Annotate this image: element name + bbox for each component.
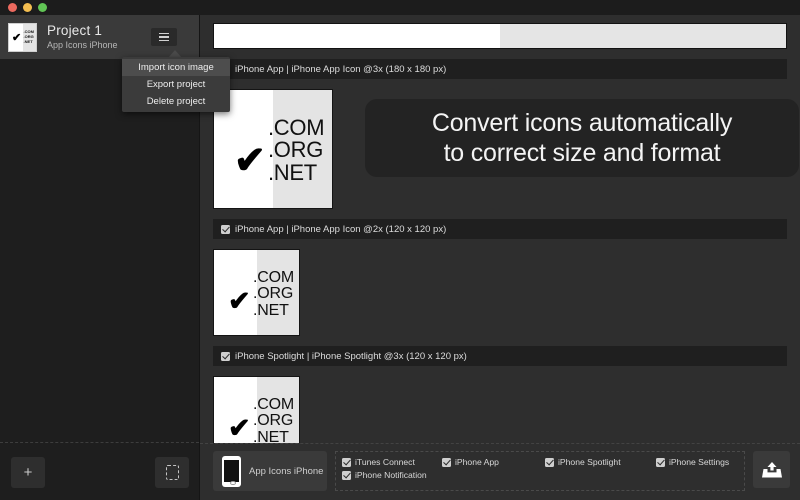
target-itunes-connect[interactable]: iTunes Connect: [342, 457, 415, 467]
sidebar-footer: +: [0, 442, 199, 500]
row-header-label: iPhone App | iPhone App Icon @2x (120 x …: [235, 223, 447, 235]
callout-bubble: Convert icons automatically to correct s…: [365, 99, 799, 177]
bottom-toolbar: App Icons iPhone iTunes Connect iPhone N…: [200, 443, 800, 500]
icon-domain-text: .COM .ORG .NET: [253, 396, 294, 446]
plus-icon: +: [23, 464, 33, 481]
dashed-square-icon: [165, 465, 179, 480]
hamburger-icon[interactable]: [151, 28, 177, 46]
menu-item-delete-project[interactable]: Delete project: [122, 93, 230, 110]
checkmark-icon: ✔: [228, 413, 251, 443]
placeholder-button[interactable]: [155, 457, 189, 488]
icon-preview-strip: [213, 23, 787, 49]
hamburger-line: [159, 32, 169, 35]
project-meta: Project 1 App Icons iPhone: [47, 23, 151, 52]
export-button[interactable]: [753, 451, 790, 488]
callout-text: Convert icons automatically to correct s…: [431, 109, 733, 167]
row-header-iphone-app-2x[interactable]: iPhone App | iPhone App Icon @2x (120 x …: [213, 219, 787, 239]
row-body-iphone-app-2x: ✔ .COM .ORG .NET: [213, 249, 787, 336]
device-label: App Icons iPhone: [249, 465, 324, 477]
target-checkbox[interactable]: [342, 470, 351, 480]
project-thumbnail: ✔ .COM .ORG .NET: [8, 22, 37, 52]
project-subtitle: App Icons iPhone: [47, 39, 118, 50]
row-checkbox[interactable]: [221, 224, 230, 234]
target-iphone-app[interactable]: iPhone App: [442, 457, 499, 467]
row-header-iphone-spotlight-3x[interactable]: iPhone Spotlight | iPhone Spotlight @3x …: [213, 346, 787, 366]
close-button[interactable]: [8, 3, 17, 12]
checkmark-icon: ✔: [234, 140, 266, 182]
target-label: iPhone Notification: [355, 470, 427, 480]
main-panel: iPhone App | iPhone App Icon @3x (180 x …: [200, 15, 800, 500]
icon-domain-text: .COM .ORG .NET: [268, 115, 325, 185]
row-header-iphone-app-3x[interactable]: iPhone App | iPhone App Icon @3x (180 x …: [213, 59, 787, 79]
row-header-label: iPhone Spotlight | iPhone Spotlight @3x …: [235, 350, 467, 362]
thumbnail-domains: .COM .ORG .NET: [23, 28, 34, 44]
menu-item-import-icon-image[interactable]: Import icon image: [122, 59, 230, 76]
target-label: iPhone App: [455, 457, 499, 467]
add-project-button[interactable]: +: [11, 457, 45, 488]
icon-preview-120-app[interactable]: ✔ .COM .ORG .NET: [213, 249, 300, 336]
minimize-button[interactable]: [23, 3, 32, 12]
target-label: iTunes Connect: [355, 457, 415, 467]
target-checkbox[interactable]: [442, 457, 451, 467]
checkmark-icon: ✔: [12, 31, 22, 44]
zoom-button[interactable]: [38, 3, 47, 12]
sidebar-project-list: +: [0, 59, 199, 500]
app-window: ✔ .COM .ORG .NET Project 1 App Icons iPh…: [0, 0, 800, 500]
device-chip-iphone[interactable]: App Icons iPhone: [213, 451, 327, 491]
checkmark-icon: ✔: [228, 286, 251, 316]
target-iphone-spotlight[interactable]: iPhone Spotlight: [545, 457, 621, 467]
target-iphone-notification[interactable]: iPhone Notification: [342, 470, 427, 480]
target-checkbox[interactable]: [342, 457, 351, 467]
window-titlebar: [0, 0, 800, 15]
target-checkbox[interactable]: [656, 457, 665, 467]
target-checkbox-group: iTunes Connect iPhone Notification iPhon…: [335, 451, 745, 491]
hamburger-line: [159, 39, 169, 42]
menu-item-export-project[interactable]: Export project: [122, 76, 230, 93]
iphone-icon: [222, 455, 241, 487]
row-body-iphone-app-3x: ✔ .COM .ORG .NET Convert icons automatic…: [213, 89, 799, 209]
row-checkbox[interactable]: [221, 351, 230, 361]
target-label: iPhone Settings: [669, 457, 730, 467]
hamburger-line: [159, 36, 169, 38]
target-iphone-settings[interactable]: iPhone Settings: [656, 457, 729, 467]
icon-preview-180[interactable]: ✔ .COM .ORG .NET: [213, 89, 333, 209]
export-tray-up-icon: [761, 461, 782, 477]
icon-list-scroll-area[interactable]: iPhone App | iPhone App Icon @3x (180 x …: [200, 15, 800, 458]
target-label: iPhone Spotlight: [558, 457, 621, 467]
project-title: Project 1: [47, 22, 103, 38]
project-context-menu: Import icon image Export project Delete …: [122, 57, 230, 112]
target-checkbox[interactable]: [545, 457, 554, 467]
strip-right-half: [500, 24, 786, 48]
icon-domain-text: .COM .ORG .NET: [253, 269, 294, 319]
row-header-label: iPhone App | iPhone App Icon @3x (180 x …: [235, 63, 447, 75]
